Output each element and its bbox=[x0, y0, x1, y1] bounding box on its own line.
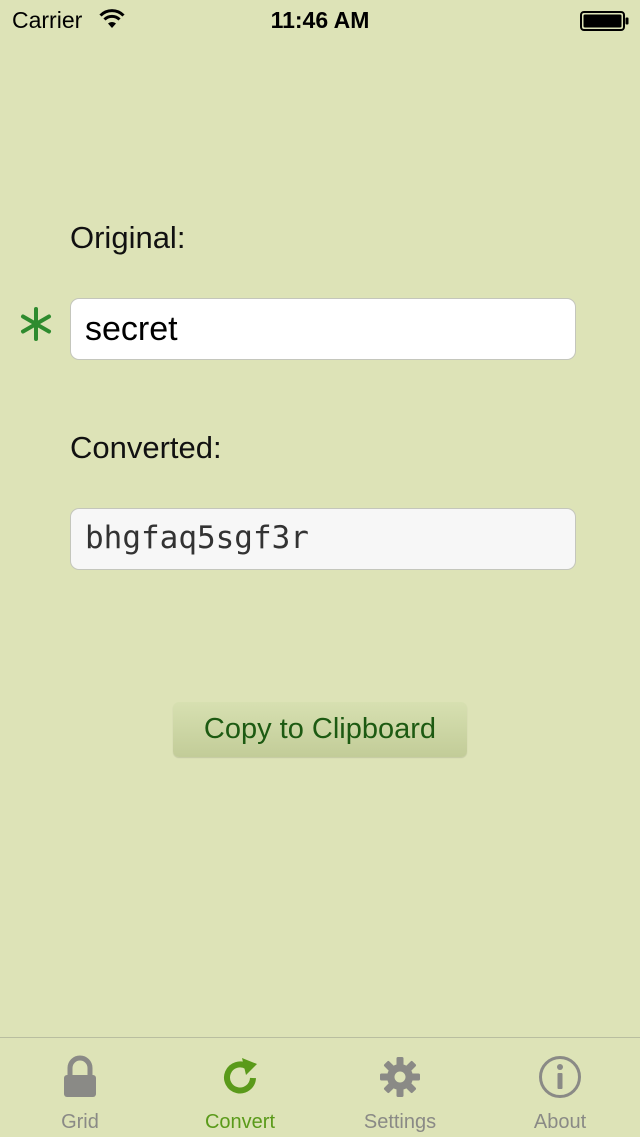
status-time: 11:46 AM bbox=[270, 7, 370, 33]
tab-convert[interactable]: Convert bbox=[160, 1038, 320, 1137]
tab-settings-label: Settings bbox=[363, 1111, 437, 1133]
gear-icon bbox=[380, 1057, 420, 1097]
tab-settings[interactable]: Settings bbox=[320, 1038, 480, 1137]
original-input[interactable] bbox=[70, 298, 576, 360]
info-icon bbox=[539, 1056, 581, 1098]
converted-label: Converted: bbox=[70, 430, 222, 465]
status-bar: Carrier 11:46 AM bbox=[0, 0, 640, 40]
refresh-arrow-icon bbox=[224, 1058, 257, 1094]
tab-grid-label: Grid bbox=[61, 1111, 99, 1133]
asterisk-icon bbox=[21, 307, 51, 341]
tab-convert-label: Convert bbox=[204, 1111, 276, 1133]
converted-output[interactable]: bhgfaq5sgf3r bbox=[70, 508, 576, 570]
battery-icon bbox=[580, 11, 629, 31]
tab-bar: Grid Convert Settings About bbox=[0, 1037, 640, 1136]
original-label: Original: bbox=[70, 220, 186, 255]
tab-about-label: About bbox=[533, 1111, 587, 1133]
tab-grid[interactable]: Grid bbox=[0, 1038, 160, 1137]
copy-to-clipboard-button[interactable]: Copy to Clipboard bbox=[173, 702, 467, 757]
lock-icon bbox=[64, 1055, 96, 1097]
tab-about[interactable]: About bbox=[480, 1038, 640, 1137]
